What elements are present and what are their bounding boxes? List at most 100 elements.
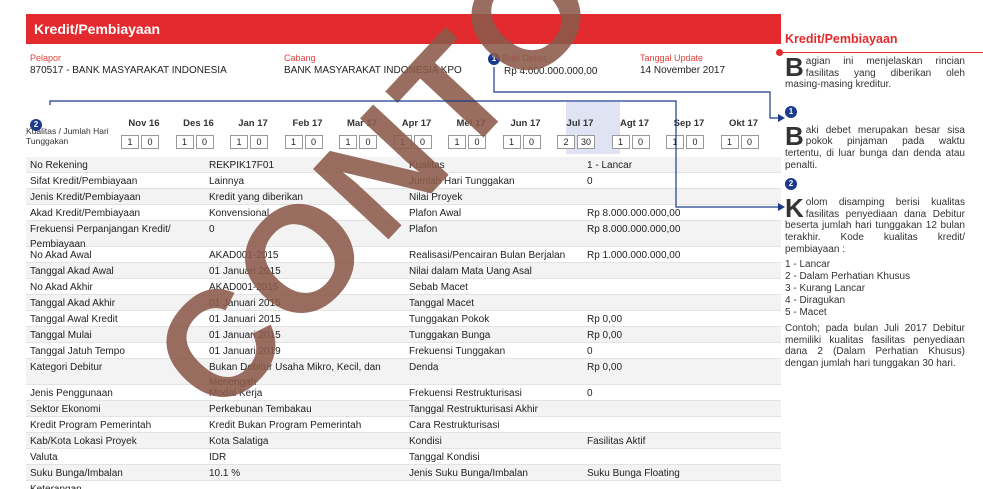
table-cell: Jumlah Hari Tunggakan xyxy=(409,176,515,187)
table-cell: Suku Bunga Floating xyxy=(587,468,680,479)
table-cell: Rp 0,00 xyxy=(587,330,623,341)
table-cell: Kategori Debitur xyxy=(30,362,103,373)
table-row: Keterangan xyxy=(26,481,781,489)
table-row: No Akad Akhir AKAD001-2015 Sebab Macet xyxy=(26,279,781,295)
explanation-sidebar: Kredit/Pembiayaan Bagian ini menjelaskan… xyxy=(785,32,965,489)
tunggakan-box: 0 xyxy=(631,135,650,149)
kualitas-box: 1 xyxy=(393,135,412,149)
marker-1-badge: 1 xyxy=(488,52,500,65)
table-cell: Nilai Proyek xyxy=(409,192,463,203)
kualitas-box: 1 xyxy=(666,135,684,149)
table-cell: Jenis Suku Bunga/Imbalan xyxy=(409,468,528,479)
kualitas-box: 1 xyxy=(175,135,194,149)
tunggakan-box: 0 xyxy=(522,135,541,149)
table-cell: 0 xyxy=(587,176,593,187)
tunggakan-box: 0 xyxy=(468,135,486,149)
table-row: Tanggal Mulai 01 Januari 2015 Tunggakan Bu… xyxy=(26,327,781,343)
list-item: 1 - Lancar xyxy=(785,259,831,271)
table-cell: 01 Januari 2015 xyxy=(209,314,281,325)
month-label: Jun 17 xyxy=(510,118,541,129)
table-cell: Frekuensi Restrukturisasi xyxy=(409,388,522,399)
table-cell: Tanggal Mulai xyxy=(30,330,92,341)
table-cell: Tanggal Macet xyxy=(409,298,475,309)
tunggakan-box: 0 xyxy=(141,135,159,149)
side-marker-1: 1 xyxy=(785,105,797,118)
table-cell: Sebab Macet xyxy=(409,282,468,293)
table-cell: Jenis Penggunaan xyxy=(30,388,113,399)
table-cell: No Akad Akhir xyxy=(30,282,93,293)
table-row: No Akad Awal AKAD001-2015 Realisasi/Pencai… xyxy=(26,247,781,263)
table-cell: No Rekening xyxy=(30,160,88,171)
info-bar: Pelapor 870517 - BANK MASYARAKAT INDONES… xyxy=(26,52,781,86)
intro-text: Bagian ini menjelaskan rincian fasilitas… xyxy=(785,52,965,91)
table-row: Tanggal Akad Awal 01 Januari 2015 Nilai da… xyxy=(26,263,781,279)
table-cell: 0 xyxy=(209,224,215,235)
table-row: Kategori Debitur Bukan Debitur Usaha Mikr… xyxy=(26,359,781,388)
month-label: Feb 17 xyxy=(292,118,323,129)
tunggakan-box: 30 xyxy=(577,135,595,149)
pelapor: Pelapor 870517 - BANK MASYARAKAT INDONES… xyxy=(30,53,227,76)
kualitas-row: 2 Kualitas / Jumlah Hari Tunggakan Nov 1… xyxy=(26,102,781,152)
table-cell: Kredit Bukan Program Pemerintah xyxy=(209,420,362,431)
table-cell: Tanggal Restrukturisasi Akhir xyxy=(409,404,538,415)
side-marker-2: 2 xyxy=(785,177,797,190)
month-label: Mar 17 xyxy=(346,118,378,129)
table-cell: Kredit Program Pemerintah xyxy=(30,420,152,431)
table-row: Valuta IDR Tanggal Kondisi xyxy=(26,449,781,465)
table-cell: Kab/Kota Lokasi Proyek xyxy=(30,436,137,447)
kolom-explanation: Kolom disamping berisi kualitas fasilita… xyxy=(785,193,965,255)
list-item: 4 - Diragukan xyxy=(785,295,846,307)
table-cell: Tanggal Awal Kredit xyxy=(30,314,118,325)
kualitas-label: Kualitas / Jumlah Hari Tunggakan xyxy=(26,126,109,146)
table-cell: REKPIK17F01 xyxy=(209,160,275,171)
table-cell: Plafon Awal xyxy=(409,208,462,219)
table-row: Akad Kredit/Pembiayaan Konvensional Plafon… xyxy=(26,205,781,221)
table-cell: AKAD001-2015 xyxy=(209,250,279,261)
month-label: Apr 17 xyxy=(401,118,432,129)
example-text: Contoh; pada bulan Juli 2017 Debitur mem… xyxy=(785,323,965,369)
table-cell: 0 xyxy=(587,388,593,399)
table-row: Tanggal Akad Akhir 01 Januari 2015 Tanggal… xyxy=(26,295,781,311)
baki-debet: 1 Baki Debet Rp 4.000.000.000,00 xyxy=(488,52,597,79)
month-label: Agt 17 xyxy=(619,118,650,129)
tunggakan-box: 0 xyxy=(250,135,268,149)
table-cell: Rp 8.000.000.000,00 xyxy=(587,208,681,219)
table-cell: Tunggakan Bunga xyxy=(409,330,491,341)
month-label: Okt 17 xyxy=(728,118,759,129)
table-cell: Tunggakan Pokok xyxy=(409,314,490,325)
table-row: Kab/Kota Lokasi Proyek Kota Salatiga Kondi… xyxy=(26,433,781,449)
quality-codes-list: 1 - Lancar 2 - Dalam Perhatian Khusus 3 - … xyxy=(785,259,965,319)
kualitas-box: 1 xyxy=(502,135,521,149)
table-cell: Plafon xyxy=(409,224,438,235)
table-row: Jenis Kredit/Pembiayaan Kredit yang diber… xyxy=(26,189,781,205)
month-label: Sep 17 xyxy=(673,118,705,129)
kualitas-box: 1 xyxy=(339,135,357,149)
table-cell: Perkebunan Tembakau xyxy=(209,404,312,415)
table-cell: Sektor Ekonomi xyxy=(30,404,101,415)
tanggal-update: Tanggal Update 14 November 2017 xyxy=(640,53,726,76)
list-item: 3 - Kurang Lancar xyxy=(785,283,866,295)
section-header: Kredit/Pembiayaan xyxy=(26,14,781,44)
month-label: Jul 17 xyxy=(566,118,594,129)
table-cell: Kualitas xyxy=(409,160,445,171)
table-cell: 01 Januari 2015 xyxy=(209,266,281,277)
tunggakan-box: 0 xyxy=(359,135,377,149)
table-cell: Jenis Kredit/Pembiayaan xyxy=(30,192,141,203)
table-cell: Keterangan xyxy=(30,482,200,489)
table-cell: Rp 8.000.000.000,00 xyxy=(587,224,681,235)
kualitas-box: 1 xyxy=(230,135,248,149)
table-cell: Rp 0,00 xyxy=(587,314,623,325)
table-cell: Tanggal Akad Awal xyxy=(30,266,114,277)
month-label: Jan 17 xyxy=(238,118,268,129)
table-cell: Suku Bunga/Imbalan xyxy=(30,468,123,479)
month-label: Mei 17 xyxy=(456,118,486,129)
table-cell: Tanggal Jatuh Tempo xyxy=(30,346,125,357)
table-cell: Fasilitas Aktif xyxy=(587,436,646,447)
table-cell: Cara Restrukturisasi xyxy=(409,420,500,431)
cabang: Cabang BANK MASYARAKAT INDONESIA KPO xyxy=(284,53,462,76)
table-row: Frekuensi Perpanjangan Kredit/ Pembiayaa… xyxy=(26,221,781,250)
table-cell: Denda xyxy=(409,362,439,373)
month-label: Des 16 xyxy=(183,118,214,129)
table-cell: Kota Salatiga xyxy=(209,436,269,447)
tunggakan-box: 0 xyxy=(686,135,704,149)
